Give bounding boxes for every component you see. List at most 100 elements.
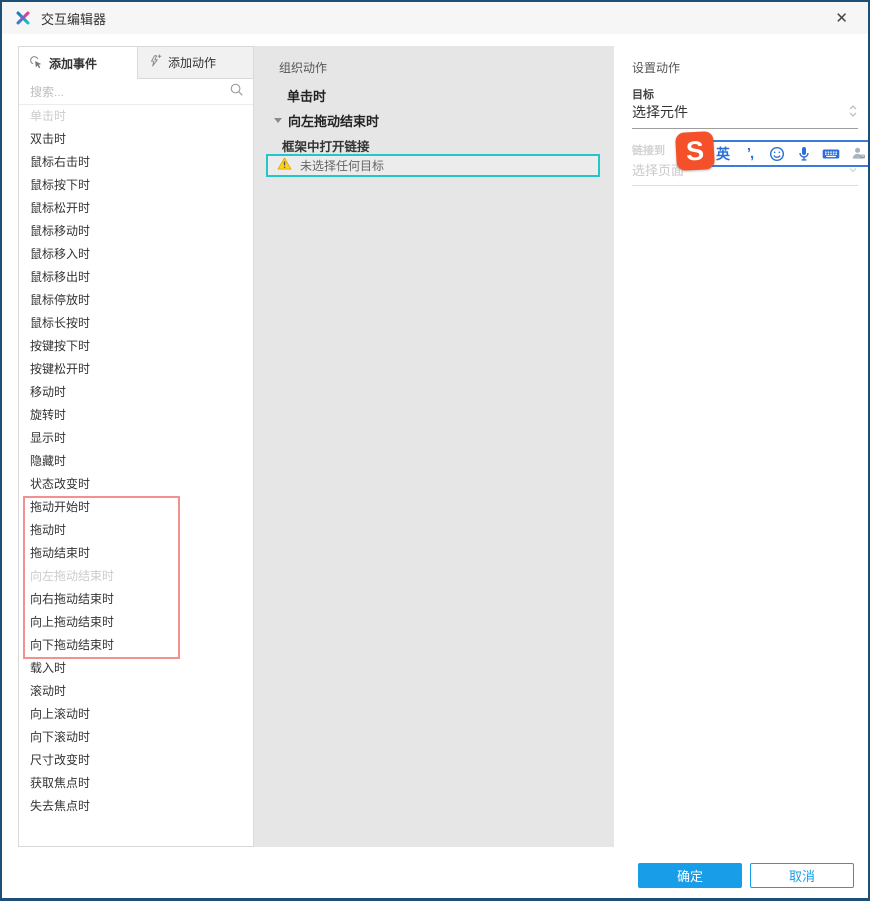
event-list-item[interactable]: 尺寸改变时 [19, 749, 253, 772]
ime-account-icon[interactable] [849, 144, 867, 164]
event-list-item[interactable]: 失去焦点时 [19, 795, 253, 818]
expander-chevron-down-icon[interactable] [274, 118, 282, 123]
event-list-item[interactable]: 鼠标右击时 [19, 151, 253, 174]
lightning-plus-icon [148, 54, 162, 71]
event-label: 向左拖动结束时 [30, 569, 115, 583]
event-label: 向右拖动结束时 [30, 592, 115, 606]
search-row [19, 79, 253, 105]
event-list-item[interactable]: 拖动时 [19, 519, 253, 542]
event-list-item[interactable]: 向右拖动结束时 [19, 588, 253, 611]
event-label: 向上滚动时 [30, 707, 91, 721]
axure-logo-icon [14, 9, 32, 27]
warning-text: 未选择任何目标 [300, 159, 385, 173]
event-list-item[interactable]: 单击时 [19, 105, 253, 128]
event-list-item[interactable]: 鼠标松开时 [19, 197, 253, 220]
warning-triangle-icon [277, 157, 292, 175]
event-label: 尺寸改变时 [30, 753, 91, 767]
event-label: 鼠标停放时 [30, 293, 91, 307]
search-icon [229, 82, 244, 102]
target-select-value: 选择元件 [632, 104, 688, 120]
event-list-item[interactable]: 双击时 [19, 128, 253, 151]
event-label: 鼠标移入时 [30, 247, 91, 261]
event-list-item[interactable]: 拖动开始时 [19, 496, 253, 519]
event-list-item[interactable]: 向下滚动时 [19, 726, 253, 749]
ime-voice-icon[interactable] [795, 144, 813, 164]
tab-add-action-label: 添加动作 [168, 56, 217, 70]
event-label: 双击时 [30, 132, 67, 146]
search-input[interactable] [28, 83, 229, 100]
event-list-item[interactable]: 向下拖动结束时 [19, 634, 253, 657]
event-list-item[interactable]: 鼠标停放时 [19, 289, 253, 312]
event-list-item[interactable]: 旋转时 [19, 404, 253, 427]
event-label: 拖动结束时 [30, 546, 91, 560]
sogou-ime-logo[interactable]: S [675, 131, 715, 171]
event-list-item[interactable]: 状态改变时 [19, 473, 253, 496]
dialog-title: 交互编辑器 [41, 11, 107, 27]
organized-event-click[interactable]: 单击时 [287, 86, 326, 105]
ime-toolbar: 英 ’, [702, 140, 868, 167]
set-action-header: 设置动作 [632, 61, 681, 75]
tab-add-action[interactable]: 添加动作 [137, 47, 253, 79]
title-bar: 交互编辑器 ✕ [2, 2, 868, 34]
event-label: 失去焦点时 [30, 799, 91, 813]
interaction-editor-dialog: 交互编辑器 ✕ 添加事件 添加动作 搜索... 单击时 双击时 鼠标右击时 鼠标… [0, 0, 870, 901]
event-list-item[interactable]: 向上拖动结束时 [19, 611, 253, 634]
organized-action-open-link[interactable]: 框架中打开链接 [282, 136, 370, 155]
event-list-item[interactable]: 鼠标移动时 [19, 220, 253, 243]
close-button[interactable]: ✕ [827, 9, 856, 28]
event-label: 向下滚动时 [30, 730, 91, 744]
event-label: 载入时 [30, 661, 67, 675]
event-label: 滚动时 [30, 684, 67, 698]
cancel-button[interactable]: 取消 [750, 863, 854, 888]
click-gesture-icon [29, 55, 43, 72]
event-list-item[interactable]: 隐藏时 [19, 450, 253, 473]
event-label: 显示时 [30, 431, 67, 445]
event-list-item[interactable]: 向左拖动结束时 [19, 565, 253, 588]
organize-actions-panel: 组织动作 单击时 向左拖动结束时 框架中打开链接 未选择任何目标 [254, 46, 614, 847]
event-label: 鼠标移出时 [30, 270, 91, 284]
organized-event-drag-left[interactable]: 向左拖动结束时 [274, 111, 379, 130]
selected-target-warning-row[interactable]: 未选择任何目标 [266, 154, 600, 177]
event-list-item[interactable]: 向上滚动时 [19, 703, 253, 726]
chevron-updown-icon[interactable] [848, 103, 858, 124]
event-list-item[interactable]: 按键松开时 [19, 358, 253, 381]
event-label: 获取焦点时 [30, 776, 91, 790]
ok-button[interactable]: 确定 [638, 863, 742, 888]
event-label: 隐藏时 [30, 454, 67, 468]
tab-bar: 添加事件 添加动作 [19, 47, 253, 79]
event-label: 向上拖动结束时 [30, 615, 115, 629]
event-list-item[interactable]: 鼠标按下时 [19, 174, 253, 197]
organize-actions-header: 组织动作 [279, 61, 328, 75]
event-list-item[interactable]: 载入时 [19, 657, 253, 680]
event-label: 按键按下时 [30, 339, 91, 353]
event-list-item[interactable]: 按键按下时 [19, 335, 253, 358]
event-label: 移动时 [30, 385, 67, 399]
event-label: 旋转时 [30, 408, 67, 422]
ime-punctuation-toggle[interactable]: ’, [741, 144, 759, 164]
event-label: 鼠标按下时 [30, 178, 91, 192]
event-label: 鼠标右击时 [30, 155, 91, 169]
event-list-item[interactable]: 显示时 [19, 427, 253, 450]
event-label: 鼠标长按时 [30, 316, 91, 330]
tab-add-event-label: 添加事件 [49, 56, 98, 71]
ime-emoji-icon[interactable] [768, 144, 786, 164]
event-list: 单击时 双击时 鼠标右击时 鼠标按下时 鼠标松开时 鼠标移动时 鼠标移入时 鼠标… [19, 105, 253, 818]
ime-language-toggle[interactable]: 英 [714, 144, 732, 164]
event-label: 拖动时 [30, 523, 67, 537]
event-list-item[interactable]: 获取焦点时 [19, 772, 253, 795]
event-picker-panel: 添加事件 添加动作 单击时 [18, 46, 254, 847]
event-label: 鼠标松开时 [30, 201, 91, 215]
event-list-item[interactable]: 鼠标移出时 [19, 266, 253, 289]
target-select[interactable]: 选择元件 [632, 98, 858, 129]
event-label: 状态改变时 [30, 477, 91, 491]
organized-event-drag-left-label: 向左拖动结束时 [288, 114, 380, 129]
event-list-item[interactable]: 鼠标长按时 [19, 312, 253, 335]
event-list-item[interactable]: 拖动结束时 [19, 542, 253, 565]
tab-add-event[interactable]: 添加事件 [19, 47, 137, 79]
event-label: 按键松开时 [30, 362, 91, 376]
event-list-item[interactable]: 鼠标移入时 [19, 243, 253, 266]
ime-keyboard-icon[interactable] [822, 144, 840, 164]
event-list-item[interactable]: 滚动时 [19, 680, 253, 703]
event-label: 单击时 [30, 109, 67, 123]
event-list-item[interactable]: 移动时 [19, 381, 253, 404]
